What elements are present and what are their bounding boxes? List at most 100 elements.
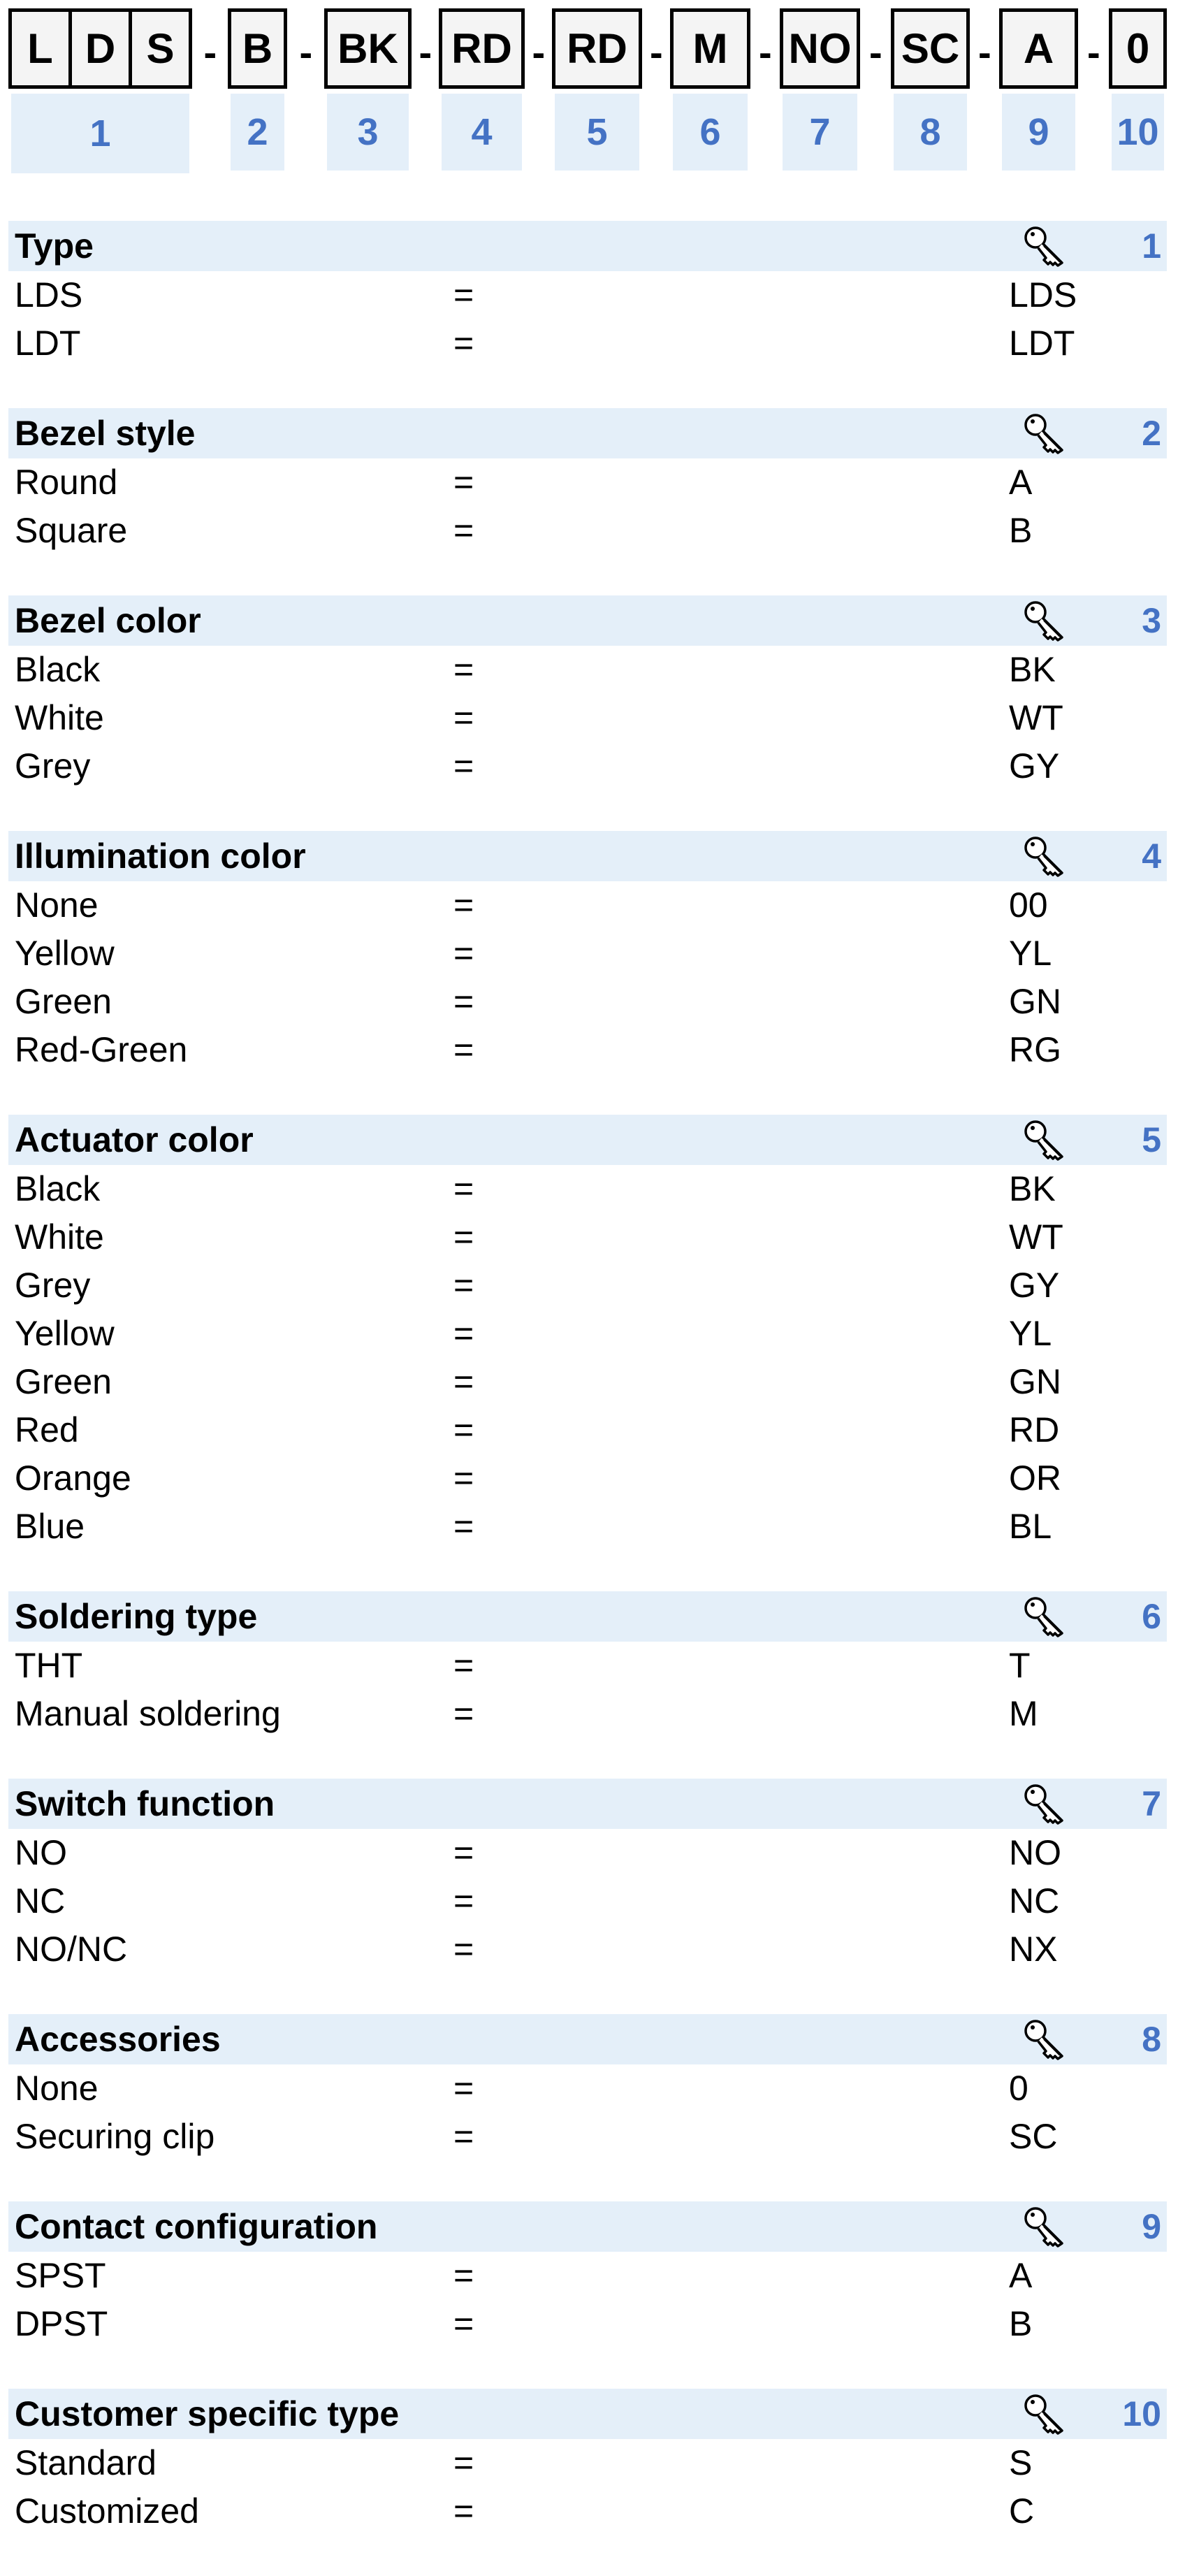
option-sections: Type 1 LDS = LDS LDT = LDT Bezel style 2 Round = A Sq… [8, 221, 1167, 2576]
equals-sign: = [453, 1507, 474, 1546]
key-icon [1023, 1119, 1073, 1162]
option-row: THT = T [8, 1642, 1167, 1690]
option-code: BK [1009, 1169, 1056, 1208]
option-label: Blue [15, 1507, 85, 1546]
option-label: Orange [15, 1459, 131, 1498]
option-label: NO [15, 1833, 67, 1872]
option-code: NC [1009, 1881, 1060, 1920]
option-row: White = WT [8, 694, 1167, 742]
equals-sign: = [453, 1459, 474, 1498]
code-char: B [242, 25, 273, 72]
option-code: B [1009, 511, 1033, 550]
section-header: Accessories 8 [8, 2014, 1167, 2064]
code-box-7: NO [780, 8, 860, 89]
option-code: SC [1009, 2117, 1058, 2156]
option-label: None [15, 885, 99, 925]
section-title: Soldering type [15, 1597, 258, 1636]
equals-sign: = [453, 1646, 474, 1685]
option-label: Manual soldering [15, 1694, 281, 1733]
option-row: Red = RD [8, 1406, 1167, 1454]
code-box-4: RD [439, 8, 525, 89]
equals-sign: = [453, 324, 474, 363]
option-code: GN [1009, 982, 1061, 1021]
option-code: GN [1009, 1362, 1061, 1401]
code-char: S [129, 12, 189, 85]
section-header: Contact configuration 9 [8, 2201, 1167, 2252]
equals-sign: = [453, 1362, 474, 1401]
part-number-code: L D S 1- B 2- BK 3- RD 4- RD 5- M 6- NO 7- SC 8- A 9-0 10 [0, 8, 1178, 176]
option-row: Green = GN [8, 1358, 1167, 1406]
equals-sign: = [453, 511, 474, 550]
option-code: NX [1009, 1930, 1058, 1969]
position-number: 8 [894, 94, 967, 171]
option-label: Standard [15, 2443, 157, 2482]
option-code: RD [1009, 1410, 1060, 1449]
key-icon [1023, 2393, 1073, 2436]
option-row: Grey = GY [8, 742, 1167, 790]
option-label: Red-Green [15, 1030, 188, 1069]
option-label: None [15, 2069, 99, 2108]
section-title: Type [15, 226, 94, 266]
option-label: Grey [15, 1266, 91, 1305]
option-code: C [1009, 2491, 1035, 2531]
option-row: Yellow = YL [8, 929, 1167, 978]
code-char: SC [901, 25, 960, 72]
section-header: Bezel color 3 [8, 595, 1167, 646]
section-number: 4 [1142, 837, 1161, 876]
option-label: Securing clip [15, 2117, 215, 2156]
option-label: Round [15, 463, 118, 502]
option-row: Blue = BL [8, 1503, 1167, 1551]
section-soldering-type: Soldering type 6 THT = T Manual soldering = M [8, 1591, 1167, 1738]
code-char: L [27, 25, 53, 72]
equals-sign: = [453, 982, 474, 1021]
option-code: A [1009, 463, 1033, 502]
section-type: Type 1 LDS = LDS LDT = LDT [8, 221, 1167, 368]
code-box-10: 0 [1109, 8, 1167, 89]
equals-sign: = [453, 1266, 474, 1305]
equals-sign: = [453, 1314, 474, 1353]
section-header: Illumination color 4 [8, 831, 1167, 881]
section-contact-configuration: Contact configuration 9 SPST = A DPST = B [8, 2201, 1167, 2348]
position-number: 1 [11, 94, 189, 173]
option-code: YL [1009, 1314, 1052, 1353]
equals-sign: = [453, 1881, 474, 1920]
section-header: Type 1 [8, 221, 1167, 271]
section-number: 3 [1142, 601, 1161, 640]
separator-dash: - [759, 30, 772, 74]
option-row: Red-Green = RG [8, 1026, 1167, 1074]
option-row: Black = BK [8, 646, 1167, 694]
equals-sign: = [453, 2304, 474, 2343]
option-label: Green [15, 1362, 112, 1401]
option-row: Securing clip = SC [8, 2113, 1167, 2161]
option-row: None = 00 [8, 881, 1167, 929]
code-char: RD [567, 25, 627, 72]
section-bezel-color: Bezel color 3 Black = BK White = WT Grey = GY [8, 595, 1167, 790]
equals-sign: = [453, 746, 474, 786]
separator-dash: - [978, 30, 991, 74]
key-icon [1023, 2018, 1073, 2062]
equals-sign: = [453, 2491, 474, 2531]
option-code: LDT [1009, 324, 1075, 363]
position-number: 7 [783, 94, 857, 171]
code-box-8: SC [891, 8, 970, 89]
option-code: RG [1009, 1030, 1061, 1069]
equals-sign: = [453, 698, 474, 737]
section-number: 6 [1142, 1597, 1161, 1636]
key-icon [1023, 1595, 1073, 1639]
option-label: Black [15, 1169, 101, 1208]
option-code: WT [1009, 698, 1063, 737]
separator-dash: - [419, 30, 432, 74]
key-icon [1023, 1783, 1073, 1826]
option-code: GY [1009, 746, 1060, 786]
option-label: Yellow [15, 934, 115, 973]
position-number: 2 [231, 94, 284, 171]
option-row: NO/NC = NX [8, 1925, 1167, 1974]
code-box-2: B [228, 8, 287, 89]
code-box-9: A [999, 8, 1078, 89]
option-row: Yellow = YL [8, 1310, 1167, 1358]
section-actuator-color: Actuator color 5 Black = BK White = WT Grey = GY Ye… [8, 1115, 1167, 1551]
equals-sign: = [453, 2117, 474, 2156]
option-code: LDS [1009, 275, 1077, 314]
equals-sign: = [453, 1694, 474, 1733]
equals-sign: = [453, 2069, 474, 2108]
